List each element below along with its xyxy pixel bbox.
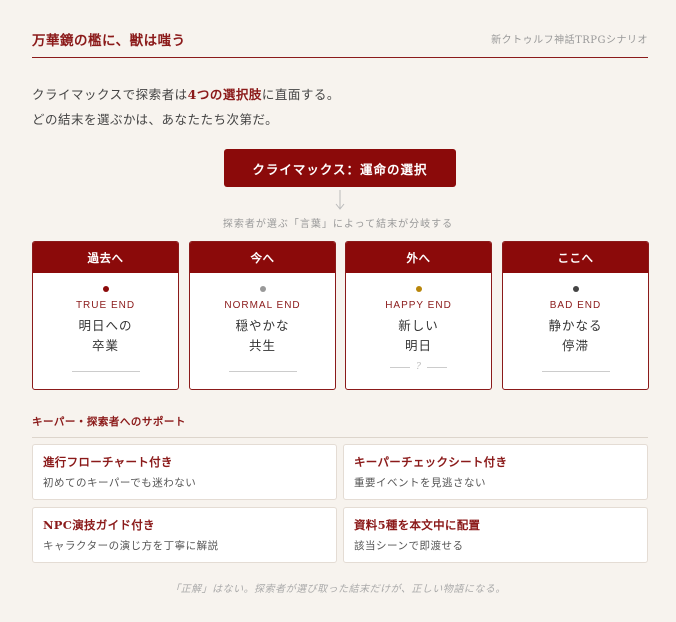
intro-text: クライマックスで探索者は4つの選択肢に直面する。 どの結末を選ぶかは、あなたたち… [32,82,340,132]
intro-line-1-post: に直面する。 [261,87,340,102]
ending-divider [190,371,335,372]
support-card-desc: 初めてのキーパーでも迷わない [43,477,197,489]
intro-line-1-pre: クライマックスで探索者は [32,87,188,102]
intro-emphasis: 4つの選択肢 [187,87,262,102]
support-card: 資料5種を本文中に配置 該当シーンで即渡せる [343,507,648,563]
intro-line-1: クライマックスで探索者は4つの選択肢に直面する。 [32,82,340,107]
ending-type: NORMAL END [224,300,301,311]
ending-type: HAPPY END [385,300,452,311]
intro-line-2: どの結末を選ぶかは、あなたたち次第だ。 [32,112,279,127]
ending-text: 穏やかな 共生 [190,316,335,356]
ending-card-happy: 外へ HAPPY END 新しい 明日 ? [345,241,492,390]
ending-heading: ここへ [503,242,648,273]
ending-card-normal: 今へ NORMAL END 穏やかな 共生 [189,241,336,390]
support-card-desc: 該当シーンで即渡せる [354,540,464,552]
ending-heading: 今へ [190,242,335,273]
ending-heading: 外へ [346,242,491,273]
climax-box: クライマックス：運命の選択 [224,149,456,187]
ending-text-line-1: 新しい [398,318,439,333]
ending-text-line-1: 静かなる [548,318,603,333]
support-card-title: 進行フローチャート付き [43,455,173,469]
ending-card-true: 過去へ TRUE END 明日への 卒業 [32,241,179,390]
branch-note: 探索者が選ぶ「言葉」によって結末が分岐する [222,219,454,230]
support-section-title: キーパー・探索者へのサポート [32,414,648,438]
support-card: キーパーチェックシート付き 重要イベントを見逃さない [343,444,648,500]
page-title: 万華鏡の檻に、獣は嗤う [32,33,186,49]
header: 万華鏡の檻に、獣は嗤う 新クトゥルフ神話TRPGシナリオ [32,28,648,58]
support-card-desc: 重要イベントを見逃さない [354,477,486,489]
ending-heading: 過去へ [33,242,178,273]
arrow-down-icon [335,190,345,210]
ending-text-line-2: 明日 [404,338,432,353]
page-subtitle: 新クトゥルフ神話TRPGシナリオ [491,35,648,46]
ending-text-line-1: 穏やかな [235,318,290,333]
ending-type: TRUE END [75,300,136,311]
ending-type: BAD END [549,300,602,311]
ending-card-bad: ここへ BAD END 静かなる 停滞 [502,241,649,390]
support-card: NPC演技ガイド付き キャラクターの演じ方を丁寧に解説 [32,507,337,563]
ending-divider: ? [346,362,491,372]
support-card: 進行フローチャート付き 初めてのキーパーでも迷わない [32,444,337,500]
support-card-title: 資料5種を本文中に配置 [354,518,481,532]
support-card-title: キーパーチェックシート付き [354,455,508,469]
ending-text-line-1: 明日への [78,318,133,333]
question-mark: ? [416,362,421,372]
support-card-desc: キャラクターの演じ方を丁寧に解説 [43,540,219,552]
dot-icon [415,286,422,292]
ending-text: 静かなる 停滞 [503,316,648,356]
footer-note: 「正解」はない。探索者が選び取った結末だけが、正しい物語になる。 [170,584,506,595]
ending-divider [503,371,648,372]
ending-text: 新しい 明日 [346,316,491,356]
ending-text-line-2: 卒業 [91,338,119,353]
dot-icon [572,286,579,292]
support-card-title: NPC演技ガイド付き [43,518,155,532]
ending-text: 明日への 卒業 [33,316,178,356]
ending-text-line-2: 共生 [248,338,276,353]
ending-text-line-2: 停滞 [561,338,589,353]
ending-divider [33,371,178,372]
dot-icon [102,286,109,292]
dot-icon [259,286,266,292]
